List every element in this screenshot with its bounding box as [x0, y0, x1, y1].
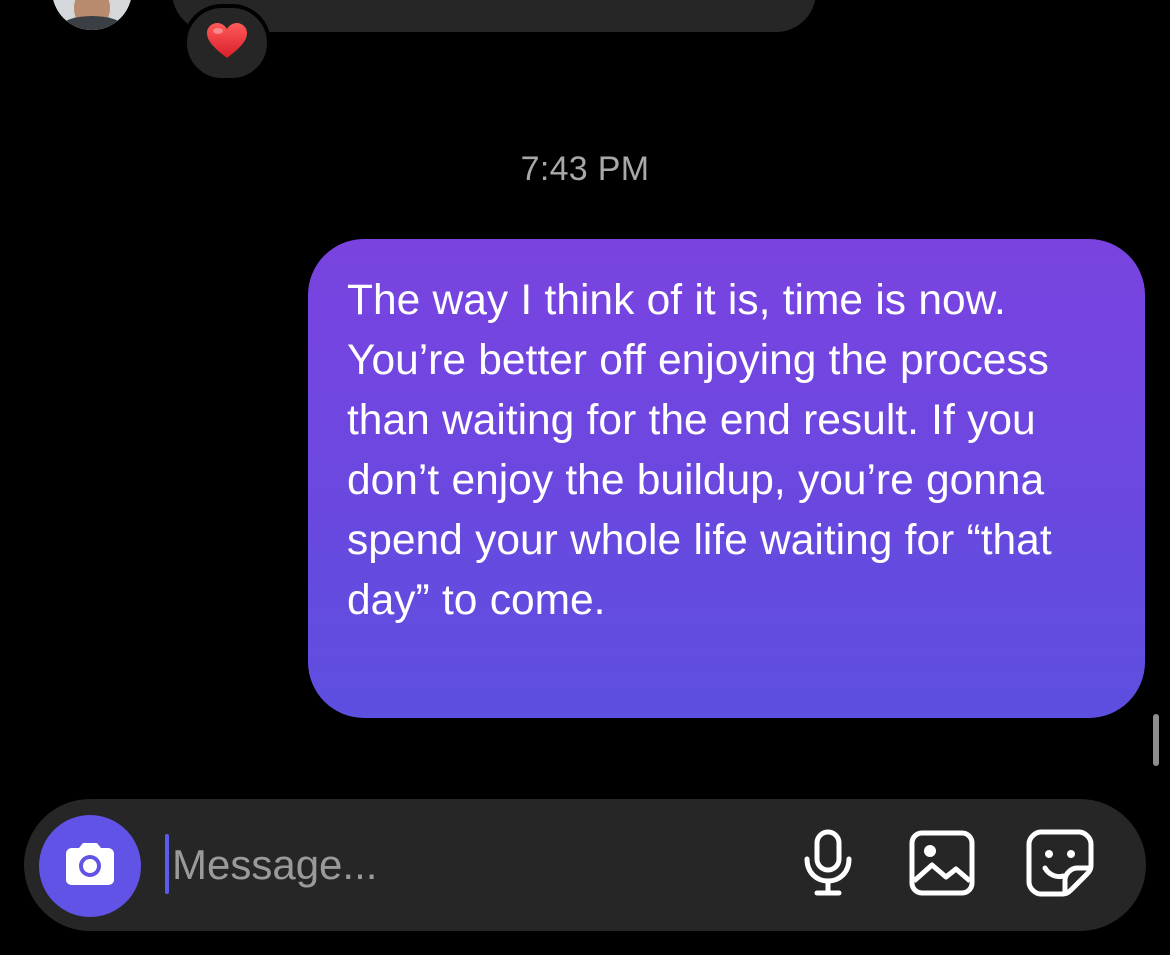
contact-avatar[interactable] [52, 0, 132, 30]
heart-reaction-badge[interactable] [183, 4, 271, 82]
incoming-message-bubble[interactable] [172, 0, 816, 32]
heart-icon [206, 22, 248, 65]
scroll-indicator[interactable] [1153, 714, 1159, 766]
image-gallery-icon [908, 829, 976, 902]
camera-button[interactable] [39, 815, 141, 917]
sticker-button[interactable] [1024, 829, 1096, 901]
outgoing-message-bubble[interactable]: The way I think of it is, time is now. Y… [308, 239, 1145, 718]
voice-message-button[interactable] [792, 829, 864, 901]
avatar-photo [52, 0, 132, 30]
sticker-icon [1025, 828, 1095, 903]
camera-icon [62, 840, 118, 893]
message-composer [24, 799, 1146, 931]
gallery-button[interactable] [906, 829, 978, 901]
message-input[interactable] [166, 835, 772, 895]
microphone-icon [800, 829, 856, 902]
outgoing-message-text: The way I think of it is, time is now. Y… [347, 277, 1052, 624]
message-timestamp: 7:43 PM [520, 150, 650, 188]
